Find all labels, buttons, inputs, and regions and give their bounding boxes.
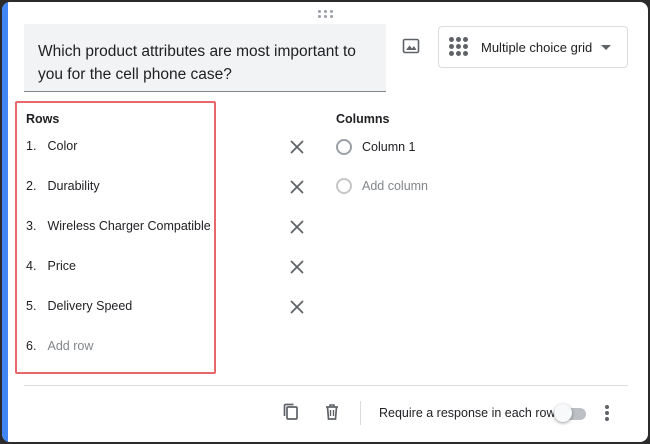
require-response-label: Require a response in each row [379, 406, 556, 420]
question-type-label: Multiple choice grid [481, 40, 593, 55]
row-item[interactable]: 5. Delivery Speed [26, 299, 132, 319]
more-options-icon[interactable] [600, 403, 614, 423]
row-label[interactable]: Price [47, 259, 75, 273]
row-item[interactable]: 2. Durability [26, 179, 100, 199]
row-label[interactable]: Delivery Speed [47, 299, 132, 313]
add-row-item[interactable]: 6. Add row [26, 339, 93, 359]
question-title-field[interactable]: Which product attributes are most import… [24, 24, 386, 92]
remove-row-close-icon[interactable] [288, 218, 306, 236]
column-label[interactable]: Column 1 [362, 140, 416, 154]
require-response-toggle[interactable] [554, 404, 588, 422]
row-number: 5. [26, 299, 37, 313]
row-number: 1. [26, 139, 37, 153]
footer-divider [24, 385, 628, 386]
remove-row-close-icon[interactable] [288, 138, 306, 156]
row-label[interactable]: Durability [47, 179, 99, 193]
add-image-icon[interactable] [400, 35, 422, 57]
row-item[interactable]: 3. Wireless Charger Compatible [26, 219, 211, 239]
row-number: 6. [26, 339, 37, 353]
radio-circle-icon [336, 178, 352, 194]
question-card: Which product attributes are most import… [2, 2, 648, 442]
remove-row-close-icon[interactable] [288, 298, 306, 316]
remove-row-close-icon[interactable] [288, 178, 306, 196]
drag-handle-icon[interactable] [318, 10, 334, 18]
chevron-down-icon [601, 45, 611, 50]
row-label[interactable]: Color [47, 139, 77, 153]
row-number: 4. [26, 259, 37, 273]
grid-dots-icon [449, 37, 469, 57]
radio-circle-icon [336, 139, 352, 155]
add-column-button[interactable]: Add column [362, 179, 428, 193]
row-item[interactable]: 1. Color [26, 139, 77, 159]
footer-separator [360, 401, 361, 425]
delete-trash-icon[interactable] [322, 402, 342, 422]
row-number: 2. [26, 179, 37, 193]
active-card-accent [2, 2, 8, 442]
row-label[interactable]: Wireless Charger Compatible [47, 219, 210, 233]
duplicate-icon[interactable] [281, 402, 301, 422]
question-type-dropdown[interactable]: Multiple choice grid [438, 26, 628, 68]
toggle-knob [554, 404, 572, 422]
rows-heading: Rows [26, 112, 60, 126]
remove-row-close-icon[interactable] [288, 258, 306, 276]
screenshot-frame: Which product attributes are most import… [0, 0, 650, 444]
question-title-text[interactable]: Which product attributes are most import… [38, 40, 378, 86]
columns-heading: Columns [336, 112, 390, 126]
row-item[interactable]: 4. Price [26, 259, 76, 279]
row-number: 3. [26, 219, 37, 233]
add-row-button[interactable]: Add row [47, 339, 93, 353]
